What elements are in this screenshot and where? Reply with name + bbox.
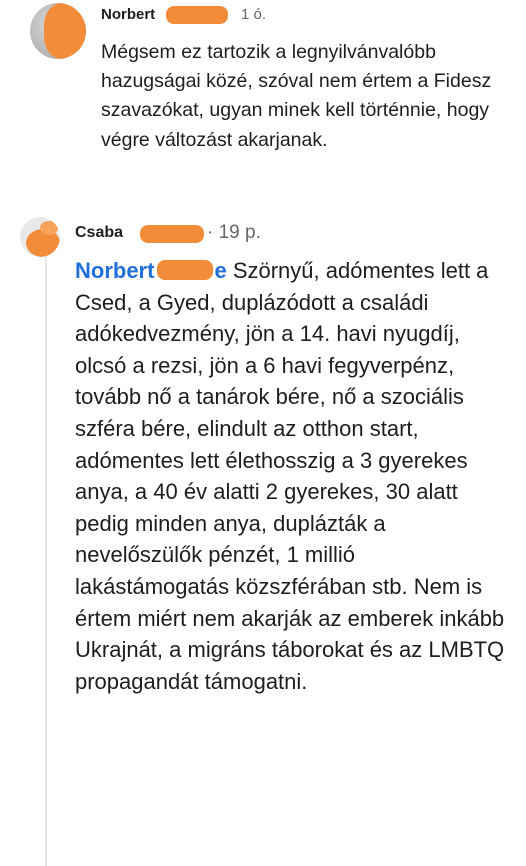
redaction-mark	[44, 3, 86, 59]
comment-timestamp[interactable]: · 19 p.	[207, 222, 261, 244]
comment-body-text: Szörnyű, adómentes lett a Csed, a Gyed, …	[75, 258, 505, 694]
reply-thread-line	[45, 255, 47, 866]
mention-last-fragment: e	[214, 258, 227, 283]
comment-timestamp[interactable]: 1 ó.	[241, 6, 266, 23]
comment-text: Norbert e Szörnyű, adómentes lett a Csed,…	[75, 255, 505, 697]
avatar[interactable]	[30, 3, 86, 59]
redaction-mark	[157, 260, 214, 281]
comment-author[interactable]: Csaba	[75, 224, 123, 242]
redaction-mark	[166, 6, 228, 24]
mention-first-name: Norbert	[75, 258, 155, 283]
comment-text: Mégsem ez tartozik a legnyilvánvalóbb ha…	[101, 41, 492, 151]
mention-link[interactable]: Norbert e	[75, 258, 227, 283]
redaction-mark	[140, 225, 204, 243]
comment-norbert: Norbert 1 ó. Mégsem ez tartozik a legnyi…	[0, 0, 526, 205]
comment-author[interactable]: Norbert	[101, 6, 155, 23]
comment-csaba: Csaba · 19 p. Norbert e Szörnyű, adómente…	[0, 205, 526, 866]
avatar[interactable]	[20, 217, 60, 257]
redaction-mark	[40, 221, 58, 235]
